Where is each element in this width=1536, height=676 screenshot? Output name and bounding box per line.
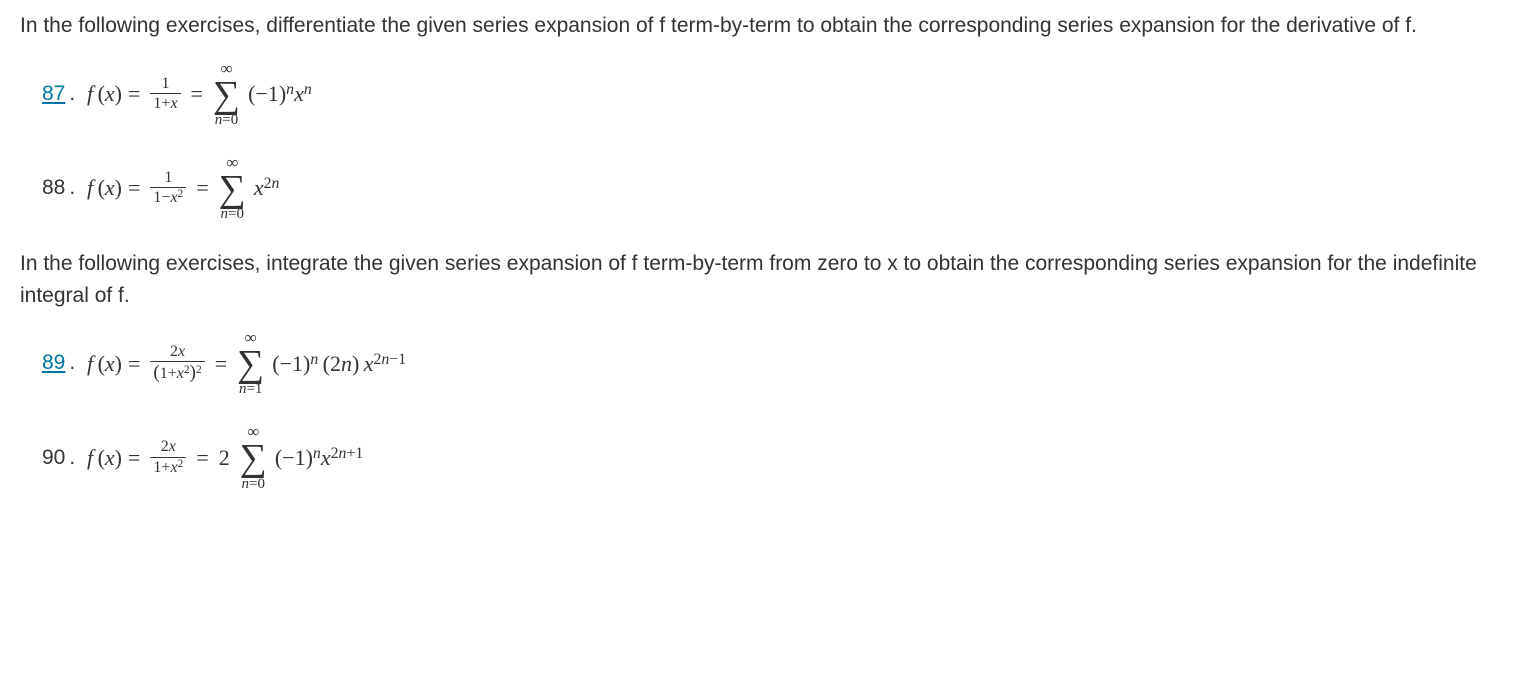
- sigma-89: ∞ ∑ n=1: [237, 329, 264, 397]
- exercise-87: 87 . f (x) = 1 1+x = ∞ ∑ n=0 (−1)nxn: [42, 60, 1516, 128]
- exercise-separator: .: [69, 172, 81, 204]
- fraction-90: 2x 1+x2: [150, 438, 186, 476]
- exercise-87-formula: f (x) = 1 1+x = ∞ ∑ n=0 (−1)nxn: [87, 60, 312, 128]
- exercise-88-formula: f (x) = 1 1−x2 = ∞ ∑ n=0 x2n: [87, 154, 279, 222]
- exercise-88: 88 . f (x) = 1 1−x2 = ∞ ∑ n=0 x2n: [42, 154, 1516, 222]
- exercise-90-formula: f (x) = 2x 1+x2 = 2 ∞ ∑ n=0 (−1)nx2n+1: [87, 423, 363, 491]
- instruction-differentiate: In the following exercises, differentiat…: [20, 10, 1516, 42]
- instruction-integrate: In the following exercises, integrate th…: [20, 248, 1516, 311]
- exercise-separator: .: [69, 347, 81, 379]
- exercise-separator: .: [69, 442, 81, 474]
- fraction-87: 1 1+x: [150, 75, 180, 113]
- exercise-90-number: 90: [42, 442, 65, 474]
- fraction-88: 1 1−x2: [150, 169, 186, 207]
- exercise-89-number[interactable]: 89: [42, 347, 65, 379]
- exercise-separator: .: [69, 78, 81, 110]
- sigma-88: ∞ ∑ n=0: [219, 154, 246, 222]
- exercise-90: 90 . f (x) = 2x 1+x2 = 2 ∞ ∑ n=0 (−1)nx2…: [42, 423, 1516, 491]
- sigma-87: ∞ ∑ n=0: [213, 60, 240, 128]
- exercise-89: 89 . f (x) = 2x (1+x2)2 = ∞ ∑ n=1 (−1)n …: [42, 329, 1516, 397]
- exercise-89-formula: f (x) = 2x (1+x2)2 = ∞ ∑ n=1 (−1)n (2n) …: [87, 329, 406, 397]
- sigma-90: ∞ ∑ n=0: [240, 423, 267, 491]
- fraction-89: 2x (1+x2)2: [150, 343, 204, 384]
- exercise-87-number[interactable]: 87: [42, 78, 65, 110]
- exercise-88-number: 88: [42, 172, 65, 204]
